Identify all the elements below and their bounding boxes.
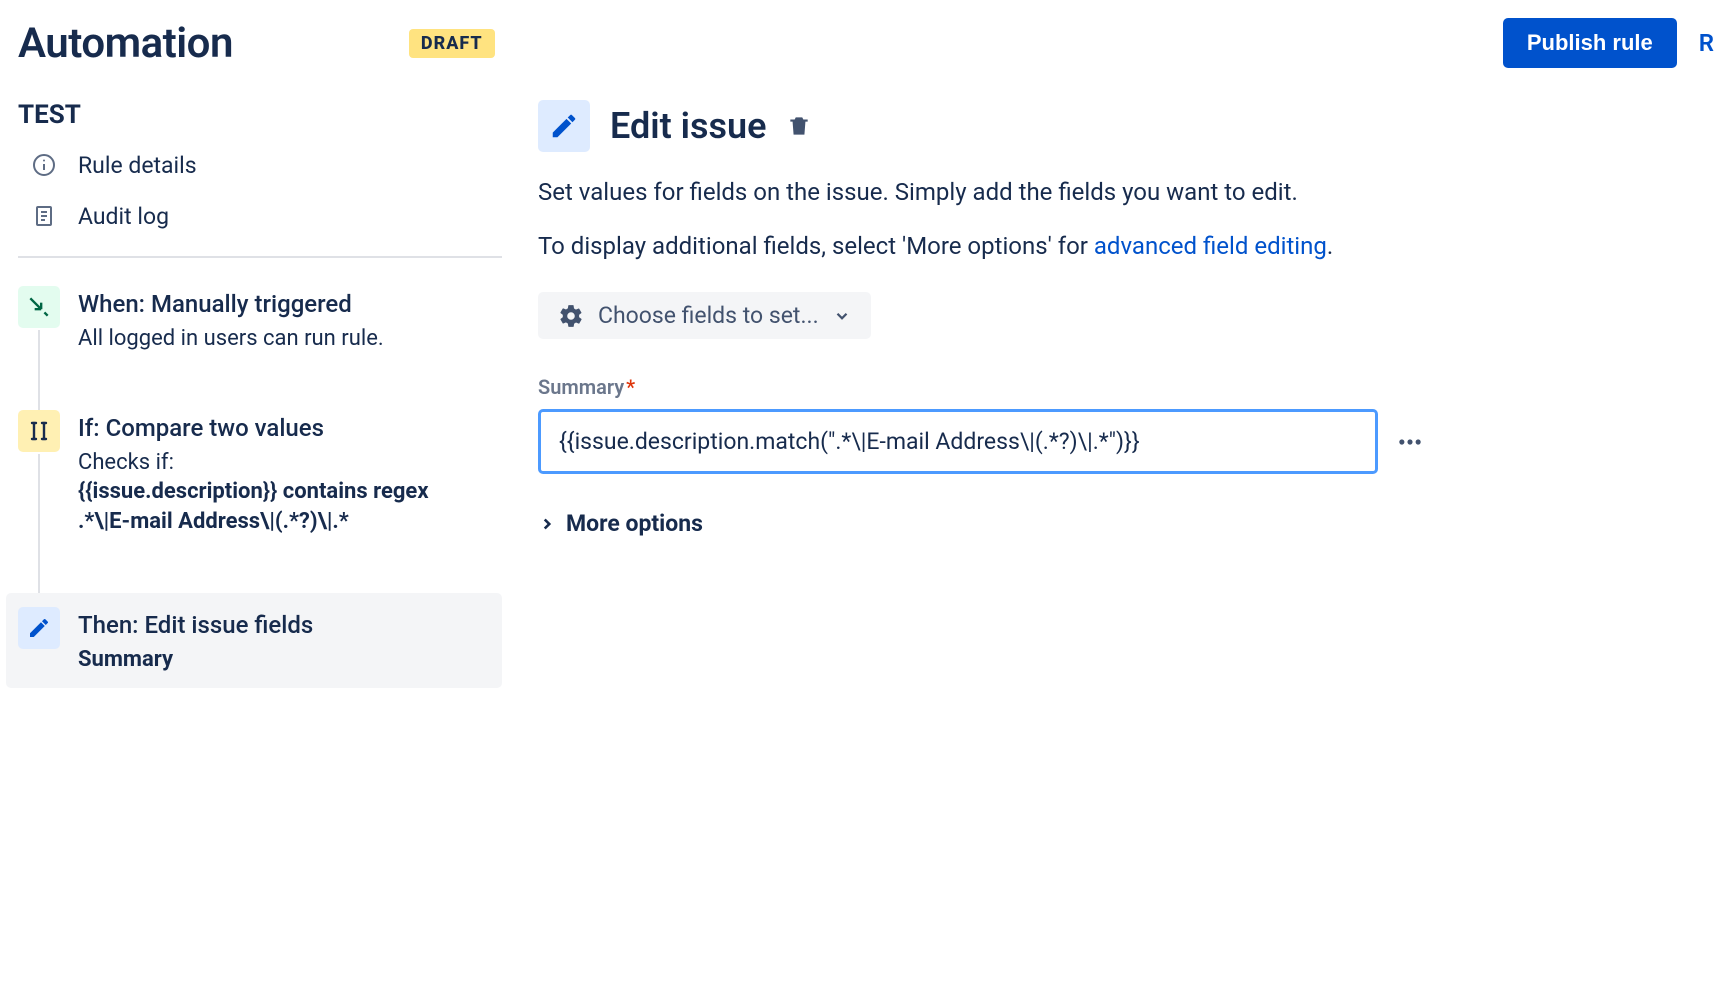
edit-issue-icon: [538, 100, 590, 152]
header-right: Publish rule R: [1503, 18, 1714, 68]
document-icon: [32, 204, 58, 230]
trash-icon: [786, 113, 812, 139]
step-action[interactable]: Then: Edit issue fields Summary: [6, 593, 502, 689]
page-title: Automation: [18, 19, 233, 68]
chevron-down-icon: [833, 307, 851, 325]
step-trigger-title: When: Manually triggered: [78, 290, 502, 318]
content-desc-2: To display additional fields, select 'Mo…: [538, 228, 1714, 264]
summary-field-label: Summary*: [538, 375, 1714, 399]
nav-audit-log-label: Audit log: [78, 203, 169, 230]
nav-rule-details-label: Rule details: [78, 152, 197, 179]
summary-input[interactable]: [538, 409, 1378, 474]
content-header: Edit issue: [538, 100, 1714, 152]
content-desc-1: Set values for fields on the issue. Simp…: [538, 174, 1714, 210]
more-options-label: More options: [566, 510, 703, 537]
nav-rule-details[interactable]: Rule details: [18, 152, 502, 179]
step-condition-desc: Checks if: {{issue.description}} contain…: [78, 448, 502, 537]
delete-action-button[interactable]: [786, 113, 812, 139]
choose-fields-dropdown[interactable]: Choose fields to set...: [538, 292, 871, 339]
choose-fields-label: Choose fields to set...: [598, 302, 819, 329]
chevron-right-icon: [538, 515, 556, 533]
sidebar: TEST Rule details Audit log: [18, 100, 502, 688]
content-title: Edit issue: [610, 105, 766, 147]
edit-icon: [18, 607, 60, 649]
step-action-subtitle: Summary: [78, 645, 490, 675]
required-star: *: [626, 375, 635, 399]
nav-audit-log[interactable]: Audit log: [18, 203, 502, 230]
advanced-field-editing-link[interactable]: advanced field editing: [1094, 232, 1327, 260]
header-trailing-text: R: [1699, 29, 1714, 57]
condition-icon: [18, 410, 60, 452]
gear-icon: [558, 303, 584, 329]
rule-name: TEST: [18, 100, 502, 130]
step-condition-title: If: Compare two values: [78, 414, 502, 442]
step-trigger-desc: All logged in users can run rule.: [78, 324, 502, 354]
draft-badge: DRAFT: [409, 29, 495, 58]
field-options-button[interactable]: [1396, 428, 1424, 456]
step-trigger[interactable]: When: Manually triggered All logged in u…: [18, 286, 502, 410]
info-icon: [32, 153, 58, 179]
rule-steps: When: Manually triggered All logged in u…: [18, 286, 502, 688]
step-action-title: Then: Edit issue fields: [78, 611, 490, 639]
kebab-icon: [1396, 428, 1424, 456]
page-header: Automation DRAFT Publish rule R: [18, 18, 1714, 68]
trigger-icon: [18, 286, 60, 328]
sidebar-nav: Rule details Audit log: [18, 152, 502, 258]
more-options-toggle[interactable]: More options: [538, 510, 1714, 537]
header-left: Automation DRAFT: [18, 19, 495, 68]
step-condition[interactable]: If: Compare two values Checks if: {{issu…: [18, 410, 502, 593]
content-panel: Edit issue Set values for fields on the …: [538, 100, 1714, 688]
publish-rule-button[interactable]: Publish rule: [1503, 18, 1677, 68]
